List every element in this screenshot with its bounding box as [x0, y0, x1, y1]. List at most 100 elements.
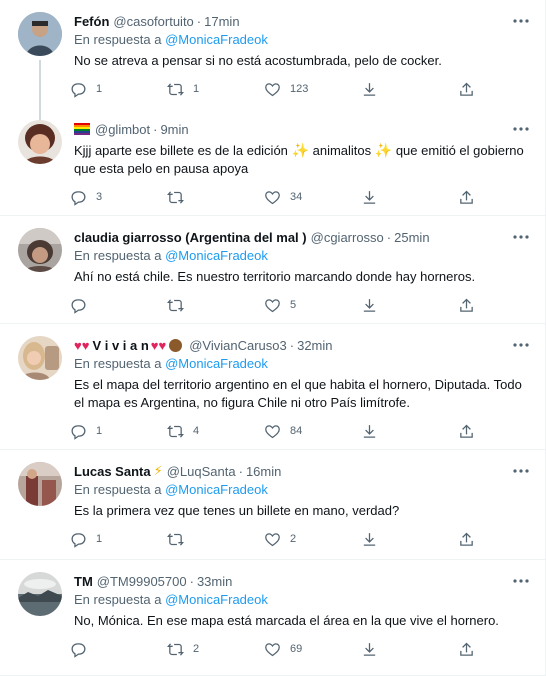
tweet[interactable]: Fefón @casofortuito · 17min En respuesta…	[0, 0, 545, 124]
like-button[interactable]: 5	[264, 297, 361, 314]
reply-mention-link[interactable]: @MonicaFradeok	[165, 482, 268, 497]
like-button[interactable]: 34	[264, 189, 361, 206]
retweet-button[interactable]: 4	[167, 423, 264, 440]
views-button[interactable]	[361, 297, 458, 314]
avatar[interactable]	[18, 228, 62, 272]
tweet-actions: 1 2	[70, 520, 531, 558]
tweet-gutter	[18, 12, 62, 124]
timestamp[interactable]: 25min	[394, 230, 429, 245]
avatar[interactable]	[18, 462, 62, 506]
more-icon[interactable]	[511, 336, 531, 354]
reply-icon	[71, 298, 86, 314]
like-button[interactable]: 84	[264, 423, 361, 440]
retweet-button[interactable]	[167, 189, 264, 206]
timestamp[interactable]: 16min	[246, 464, 281, 479]
views-button[interactable]	[361, 81, 458, 98]
more-icon[interactable]	[511, 228, 531, 246]
reply-button[interactable]: 1	[70, 423, 167, 440]
download-icon	[363, 82, 376, 96]
views-button[interactable]	[361, 423, 458, 440]
display-name[interactable]: V i v i a n	[92, 338, 148, 353]
user-handle[interactable]: @glimbot	[95, 122, 150, 137]
download-icon	[363, 642, 376, 656]
user-handle[interactable]: @LuqSanta	[167, 464, 236, 479]
reply-count: 1	[96, 533, 103, 545]
like-button[interactable]: 69	[264, 641, 361, 658]
share-icon	[460, 190, 473, 204]
retweet-button[interactable]	[167, 297, 264, 314]
reply-button[interactable]	[70, 297, 167, 314]
tweet-content: @glimbot · 9min Kjjj aparte ese billete …	[71, 120, 531, 215]
reply-mention-link[interactable]: @MonicaFradeok	[165, 32, 268, 47]
reply-mention-link[interactable]: @MonicaFradeok	[165, 356, 268, 371]
heart-icon: ♥	[158, 337, 167, 353]
tweet[interactable]: @glimbot · 9min Kjjj aparte ese billete …	[0, 108, 545, 216]
reply-feed: Fefón @casofortuito · 17min En respuesta…	[0, 0, 546, 676]
views-button[interactable]	[361, 531, 458, 548]
retweet-count: 1	[193, 83, 200, 95]
reply-button[interactable]: 1	[70, 531, 167, 548]
display-name[interactable]: Fefón	[74, 14, 109, 29]
retweet-button[interactable]	[167, 531, 264, 548]
tweet-content: Fefón @casofortuito · 17min En respuesta…	[71, 12, 531, 108]
tweet-content: ♥ ♥ V i v i a n ♥ ♥ @VivianCaruso3 · 32min…	[71, 336, 531, 449]
share-button[interactable]	[458, 297, 488, 314]
tweet-actions: 3 34	[70, 178, 531, 216]
retweet-button[interactable]: 1	[167, 81, 264, 98]
retweet-count: 2	[193, 643, 200, 655]
retweet-icon	[167, 82, 184, 96]
tweet[interactable]: TM @TM99905700 · 33min En respuesta a @M…	[0, 560, 545, 676]
tweet[interactable]: ♥ ♥ V i v i a n ♥ ♥ @VivianCaruso3 · 32min…	[0, 324, 545, 450]
download-icon	[363, 424, 376, 438]
reply-button[interactable]: 3	[70, 189, 167, 206]
avatar[interactable]	[18, 336, 62, 380]
share-icon	[460, 82, 473, 96]
like-button[interactable]: 123	[264, 81, 361, 98]
reply-mention-link[interactable]: @MonicaFradeok	[165, 248, 268, 263]
reply-button[interactable]	[70, 641, 167, 658]
more-icon[interactable]	[511, 12, 531, 30]
tweet-header: claudia giarrosso (Argentina del mal ) @…	[74, 228, 531, 246]
more-icon[interactable]	[511, 120, 531, 138]
share-icon	[460, 642, 473, 656]
like-count: 69	[290, 643, 303, 655]
user-handle[interactable]: @casofortuito	[113, 14, 193, 29]
rainbow-flag-icon	[74, 123, 90, 135]
tweet-text: No se atreva a pensar si no está acostum…	[74, 53, 442, 68]
retweet-button[interactable]: 2	[167, 641, 264, 658]
user-handle[interactable]: @cgiarrosso	[311, 230, 384, 245]
display-name[interactable]: claudia giarrosso (Argentina del mal )	[74, 230, 307, 245]
timestamp[interactable]: 32min	[297, 338, 332, 353]
timestamp[interactable]: 9min	[160, 122, 188, 137]
share-button[interactable]	[458, 531, 488, 548]
share-button[interactable]	[458, 81, 488, 98]
download-icon	[363, 298, 376, 312]
views-button[interactable]	[361, 641, 458, 658]
like-icon	[265, 532, 280, 546]
avatar[interactable]	[18, 120, 62, 164]
views-button[interactable]	[361, 189, 458, 206]
user-handle[interactable]: @TM99905700	[97, 574, 187, 589]
tweet[interactable]: Lucas Santa ⚡ @LuqSanta · 16min En respu…	[0, 450, 545, 560]
share-button[interactable]	[458, 641, 488, 658]
display-name[interactable]: Lucas Santa	[74, 464, 151, 479]
like-button[interactable]: 2	[264, 531, 361, 548]
user-handle[interactable]: @VivianCaruso3	[189, 338, 287, 353]
avatar[interactable]	[18, 572, 62, 616]
timestamp[interactable]: 17min	[204, 14, 239, 29]
separator-dot: ·	[189, 573, 194, 589]
share-button[interactable]	[458, 423, 488, 440]
like-icon	[265, 424, 280, 438]
reply-mention-link[interactable]: @MonicaFradeok	[165, 592, 268, 607]
share-button[interactable]	[458, 189, 488, 206]
reply-button[interactable]: 1	[70, 81, 167, 98]
timestamp[interactable]: 33min	[197, 574, 232, 589]
display-name[interactable]: TM	[74, 574, 93, 589]
more-icon[interactable]	[511, 462, 531, 480]
avatar[interactable]	[18, 12, 62, 56]
retweet-icon	[167, 424, 184, 438]
reply-icon	[71, 190, 86, 206]
tweet[interactable]: claudia giarrosso (Argentina del mal ) @…	[0, 216, 545, 324]
separator-dot: ·	[153, 121, 158, 137]
more-icon[interactable]	[511, 572, 531, 590]
